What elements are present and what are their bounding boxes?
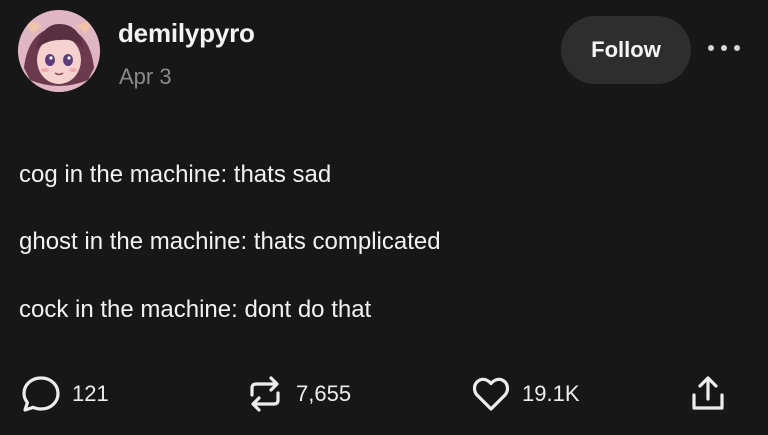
reply-button[interactable]: 121 bbox=[20, 372, 109, 416]
reblog-icon bbox=[250, 376, 280, 412]
avatar-image bbox=[18, 10, 100, 92]
post-text-line: cog in the machine: thats sad bbox=[19, 161, 332, 188]
reply-count: 121 bbox=[72, 381, 109, 406]
author-username[interactable]: demilypyro bbox=[118, 18, 255, 49]
ellipsis-icon bbox=[708, 45, 740, 51]
share-button[interactable] bbox=[688, 372, 728, 416]
reblog-button[interactable]: 7,655 bbox=[244, 372, 351, 416]
like-button[interactable]: 19.1K bbox=[470, 372, 580, 416]
more-options-button[interactable] bbox=[704, 33, 744, 63]
speech-bubble-icon bbox=[22, 376, 60, 412]
post-date[interactable]: Apr 3 bbox=[119, 64, 172, 90]
share-icon bbox=[692, 376, 724, 410]
post-card: demilypyro Apr 3 Follow cog in the machi… bbox=[0, 0, 768, 435]
like-count: 19.1K bbox=[522, 381, 580, 406]
reblog-count: 7,655 bbox=[296, 381, 352, 406]
heart-icon bbox=[472, 377, 510, 411]
follow-button[interactable]: Follow bbox=[561, 16, 691, 84]
author-avatar[interactable] bbox=[18, 10, 100, 92]
post-text-line: cock in the machine: dont do that bbox=[19, 296, 372, 323]
post-text-line: ghost in the machine: thats complicated bbox=[19, 228, 441, 255]
